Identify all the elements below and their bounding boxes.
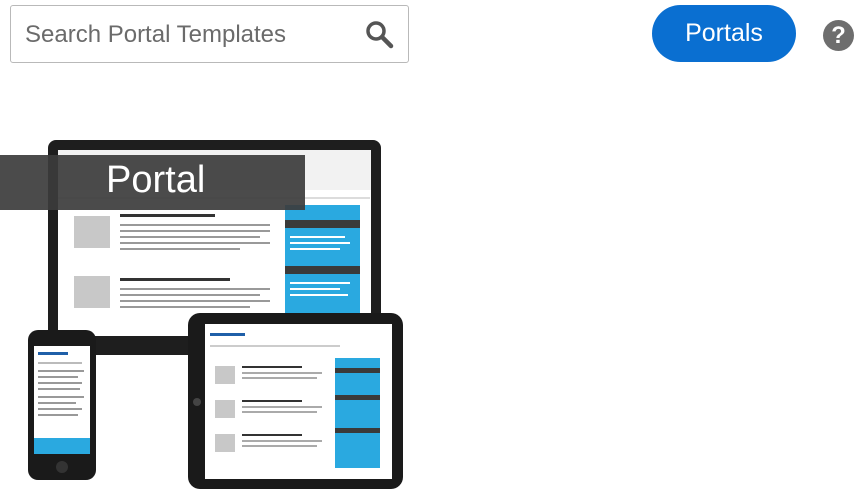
template-card-label: Portal: [0, 155, 305, 210]
template-card-title: Portal: [106, 159, 206, 201]
help-glyph: ?: [831, 22, 846, 49]
portals-button[interactable]: Portals: [652, 5, 796, 62]
search-icon[interactable]: [364, 19, 394, 49]
search-box: [10, 5, 409, 64]
help-icon[interactable]: ?: [823, 20, 854, 51]
template-card-portal[interactable]: Portal: [0, 140, 430, 489]
portals-button-label: Portals: [685, 19, 763, 47]
search-input[interactable]: [23, 6, 357, 64]
